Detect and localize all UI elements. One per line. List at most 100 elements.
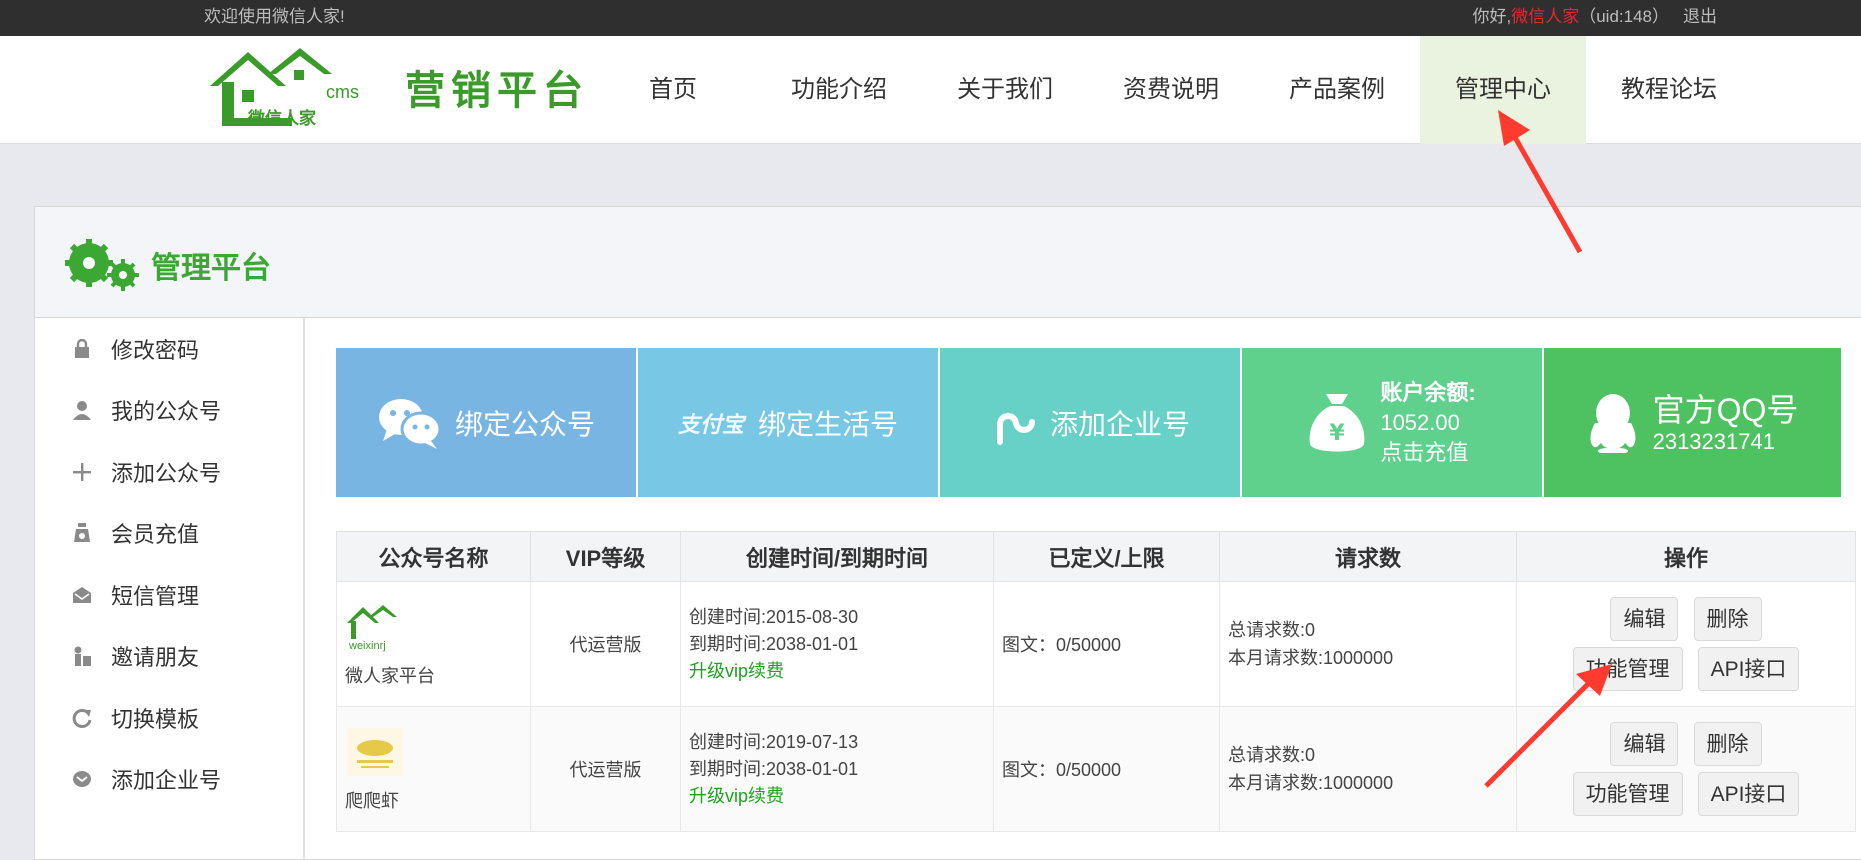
col-header-actions: 操作 xyxy=(1516,531,1856,582)
main-nav: 首页 功能介绍 关于我们 资费说明 产品案例 管理中心 教程论坛 xyxy=(590,36,1752,144)
sidebar-item-recharge[interactable]: 会员充值 xyxy=(35,503,303,565)
delete-button[interactable]: 删除 xyxy=(1693,597,1762,641)
sidebar: 修改密码 我的公众号 添加公众号 会员充值 短信管理 邀请朋友 切换模板 添加企… xyxy=(35,318,305,860)
vip-level: 代运营版 xyxy=(530,706,681,832)
lock-icon xyxy=(71,338,93,360)
edit-button[interactable]: 编辑 xyxy=(1610,597,1679,641)
logout-link[interactable]: 退出 xyxy=(1683,7,1717,26)
qq-title: 官方QQ号 xyxy=(1652,391,1799,428)
nav-about[interactable]: 关于我们 xyxy=(922,36,1088,144)
upgrade-vip-link[interactable]: 升级vip续费 xyxy=(689,658,993,685)
sidebar-item-label: 邀请朋友 xyxy=(111,645,200,671)
sidebar-item-change-password[interactable]: 修改密码 xyxy=(35,318,303,380)
quota-cell: 图文：0/50000 xyxy=(993,581,1220,707)
add-company-label: 添加企业号 xyxy=(1049,408,1190,440)
time-cell: 创建时间:2015-08-30 到期时间:2038-01-01 升级vip续费 xyxy=(680,581,994,707)
edit-button[interactable]: 编辑 xyxy=(1610,722,1679,766)
site-header: cms 微信人家 营销平台 首页 功能介绍 关于我们 资费说明 产品案例 管理中… xyxy=(0,36,1861,144)
created-time: 创建时间:2015-08-30 xyxy=(689,606,859,627)
logo-icon[interactable]: cms 微信人家 xyxy=(208,44,368,136)
link-icon xyxy=(996,412,1035,445)
username-link[interactable]: 微信人家 xyxy=(1511,7,1579,26)
account-avatar[interactable] xyxy=(345,726,405,778)
user-info: 你好,微信人家（uid:148） 退出 xyxy=(1472,2,1717,27)
logo-cms: cms xyxy=(326,82,359,102)
company-icon xyxy=(71,768,93,790)
user-icon xyxy=(71,399,93,421)
accounts-table: 公众号名称 VIP等级 创建时间/到期时间 已定义/上限 请求数 操作 weix… xyxy=(336,531,1856,832)
balance-info: 账户余额: 1052.00 点击充值 xyxy=(1380,378,1475,468)
total-requests: 总请求数:0 xyxy=(1228,745,1316,765)
bind-life-card[interactable]: 支付宝 绑定生活号 xyxy=(638,348,938,497)
account-name: 微人家平台 xyxy=(345,665,435,686)
api-button[interactable]: API接口 xyxy=(1697,772,1800,816)
quick-action-cards: 绑定公众号 支付宝 绑定生活号 添加企业号 ¥ 账户余额: 1052.00 点击… xyxy=(336,348,1841,497)
money-bag-icon xyxy=(71,522,93,544)
top-bar: 欢迎使用微信人家! 你好,微信人家（uid:148） 退出 xyxy=(0,0,1861,36)
sidebar-item-my-accounts[interactable]: 我的公众号 xyxy=(35,380,303,442)
sidebar-item-label: 会员充值 xyxy=(111,522,200,548)
add-company-card[interactable]: 添加企业号 xyxy=(940,348,1240,497)
refresh-icon xyxy=(71,707,93,729)
expire-time: 到期时间:2038-01-01 xyxy=(689,758,859,779)
bind-wechat-card[interactable]: 绑定公众号 xyxy=(336,348,636,497)
feature-management-button[interactable]: 功能管理 xyxy=(1572,647,1683,691)
sidebar-item-invite[interactable]: 邀请朋友 xyxy=(35,626,303,688)
monthly-requests: 本月请求数:1000000 xyxy=(1228,773,1394,793)
sidebar-item-sms[interactable]: 短信管理 xyxy=(35,564,303,626)
panel-header: 管理平台 xyxy=(35,207,1861,318)
nav-cases[interactable]: 产品案例 xyxy=(1254,36,1420,144)
bind-wechat-label: 绑定公众号 xyxy=(454,408,595,440)
balance-value: 1052.00 xyxy=(1380,409,1460,435)
logo-text: 微信人家 xyxy=(247,108,316,129)
sidebar-item-switch-template[interactable]: 切换模板 xyxy=(35,687,303,749)
requests-cell: 总请求数:0 本月请求数:1000000 xyxy=(1219,581,1517,707)
table-header-row: 公众号名称 VIP等级 创建时间/到期时间 已定义/上限 请求数 操作 xyxy=(336,531,1856,582)
requests-cell: 总请求数:0 本月请求数:1000000 xyxy=(1219,706,1517,832)
greeting-text: 你好, xyxy=(1472,7,1512,26)
invite-icon xyxy=(71,645,93,667)
col-header-vip: VIP等级 xyxy=(530,531,681,582)
wechat-icon xyxy=(378,398,441,449)
sidebar-item-label: 添加企业号 xyxy=(111,768,222,794)
svg-text:weixinrj: weixinrj xyxy=(348,640,386,652)
sidebar-item-label: 我的公众号 xyxy=(111,399,222,425)
quota-cell: 图文：0/50000 xyxy=(993,706,1220,832)
nav-features[interactable]: 功能介绍 xyxy=(756,36,922,144)
panel-title: 管理平台 xyxy=(151,252,271,285)
sidebar-item-label: 修改密码 xyxy=(111,337,200,363)
col-header-time: 创建时间/到期时间 xyxy=(680,531,994,582)
qq-info: 官方QQ号 2313231741 xyxy=(1653,391,1799,455)
balance-card[interactable]: ¥ 账户余额: 1052.00 点击充值 xyxy=(1242,348,1542,497)
envelope-icon xyxy=(71,584,93,606)
welcome-text: 欢迎使用微信人家! xyxy=(204,7,345,26)
total-requests: 总请求数:0 xyxy=(1228,620,1316,640)
col-header-requests: 请求数 xyxy=(1219,531,1517,582)
qq-card[interactable]: 官方QQ号 2313231741 xyxy=(1544,348,1841,497)
api-button[interactable]: API接口 xyxy=(1697,647,1800,691)
recharge-link[interactable]: 点击充值 xyxy=(1380,438,1475,468)
actions-cell: 编辑 删除 功能管理 API接口 xyxy=(1516,706,1856,832)
account-cell: 爬爬虾 xyxy=(336,706,531,832)
vip-level: 代运营版 xyxy=(530,581,681,707)
sidebar-item-add-account[interactable]: 添加公众号 xyxy=(35,441,303,503)
actions-cell: 编辑 删除 功能管理 API接口 xyxy=(1516,581,1856,707)
bind-life-label: 绑定生活号 xyxy=(758,408,899,440)
nav-forum[interactable]: 教程论坛 xyxy=(1586,36,1752,144)
account-avatar[interactable]: weixinrj xyxy=(345,601,405,653)
sidebar-item-label: 短信管理 xyxy=(111,583,200,609)
sidebar-item-add-company[interactable]: 添加企业号 xyxy=(35,749,303,811)
monthly-requests: 本月请求数:1000000 xyxy=(1228,648,1394,668)
nav-pricing[interactable]: 资费说明 xyxy=(1088,36,1254,144)
nav-admin-center[interactable]: 管理中心 xyxy=(1420,36,1586,144)
feature-management-button[interactable]: 功能管理 xyxy=(1572,772,1683,816)
sidebar-item-label: 添加公众号 xyxy=(111,460,222,486)
upgrade-vip-link[interactable]: 升级vip续费 xyxy=(689,783,993,810)
table-row: 爬爬虾 代运营版 创建时间:2019-07-13 到期时间:2038-01-01… xyxy=(336,706,1856,832)
sidebar-item-label: 切换模板 xyxy=(111,706,200,732)
delete-button[interactable]: 删除 xyxy=(1693,722,1762,766)
table-row: weixinrj 微人家平台 代运营版 创建时间:2015-08-30 到期时间… xyxy=(336,581,1856,707)
created-time: 创建时间:2019-07-13 xyxy=(689,731,859,752)
col-header-quota: 已定义/上限 xyxy=(993,531,1220,582)
nav-home[interactable]: 首页 xyxy=(590,36,756,144)
